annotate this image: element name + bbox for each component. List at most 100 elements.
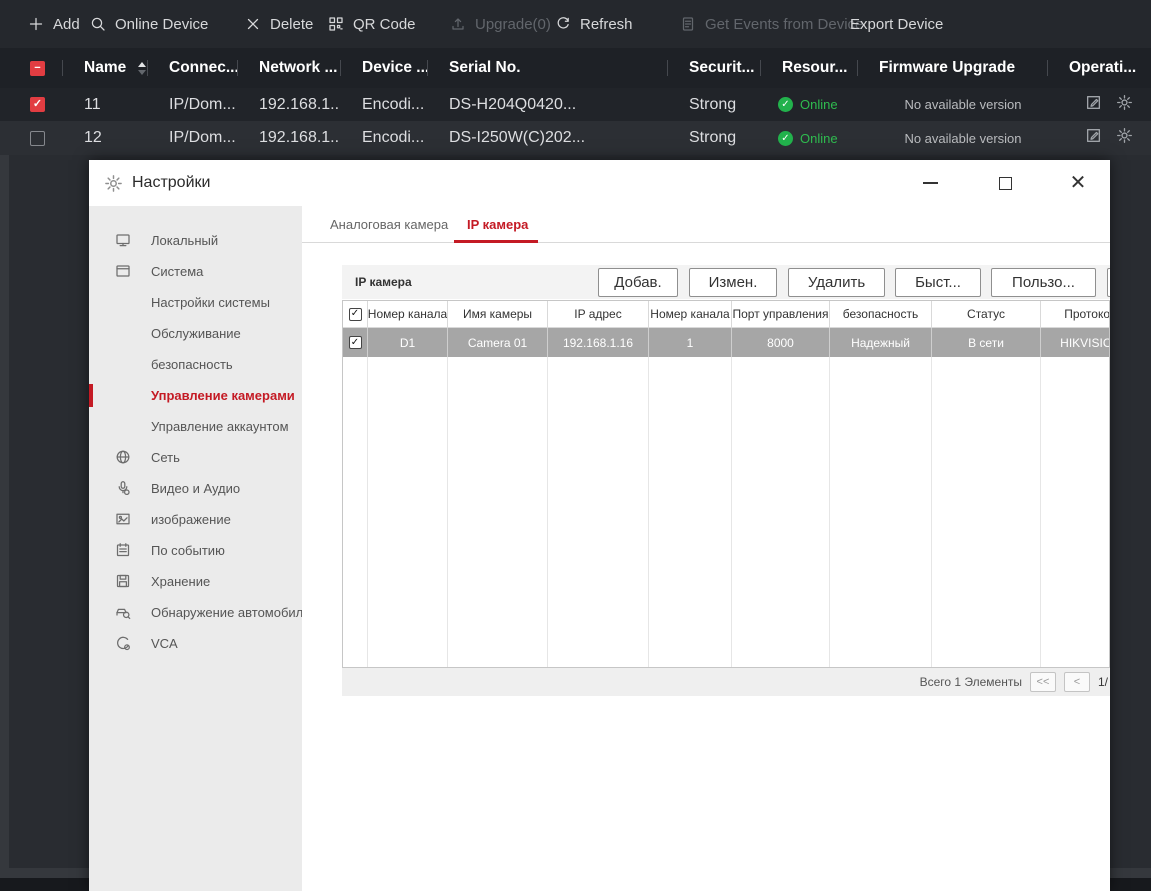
sidebar-item-label: безопасность [151,357,233,372]
filler-cell [732,357,830,667]
custom-protocol-button[interactable]: Пользо... [991,268,1096,297]
header-separator [427,60,428,76]
device-cell-firmware: No available version [904,130,1022,146]
device-header-0[interactable]: Name [62,48,147,88]
toolbar-item-online-device[interactable]: Online Device [90,0,208,48]
camera-cell-7: HIKVISION [1041,328,1109,357]
settings-content: Аналоговая камера IP камера IP камера До… [302,206,1110,891]
toolbar-item-label: Get Events from Device [705,15,864,33]
tab-analog-camera[interactable]: Аналоговая камера [330,206,448,243]
sidebar-item-12[interactable]: Обнаружение автомобиля [89,597,310,628]
toolbar-item-refresh[interactable]: Refresh [555,0,633,48]
device-row-checkbox[interactable] [30,130,45,146]
sidebar-item-label: По событию [151,543,225,558]
device-cell-operation [1047,127,1151,149]
image-icon [115,511,131,530]
sidebar-item-4[interactable]: безопасность [89,349,302,380]
sidebar-item-label: Управление аккаунтом [151,419,289,434]
device-header-label: Securit... [689,59,755,76]
sidebar-item-8[interactable]: Видео и Аудио [89,473,302,504]
clipped-button[interactable] [1107,268,1110,297]
edit-icon[interactable] [1085,127,1102,149]
sidebar-item-0[interactable]: Локальный [89,225,302,256]
header-separator [340,60,341,76]
delete-camera-button[interactable]: Удалить [788,268,885,297]
sidebar-item-13[interactable]: VCA [89,628,302,659]
camera-row-checkbox[interactable]: ✓ [348,336,362,349]
device-header-2: Network ... [237,48,340,88]
sidebar-item-10[interactable]: По событию [89,535,302,566]
camera-row-checkbox-cell: ✓ [343,328,368,357]
toolbar-item-label: Refresh [580,15,633,33]
device-header-4: Serial No. [427,48,667,88]
camera-table: ✓ Номер канала Имя камеры IP адрес Номер кан… [342,300,1110,668]
close-icon: ✕ [1069,172,1087,194]
device-cell-name: 12 [84,129,102,146]
sidebar-item-7[interactable]: Сеть [89,442,302,473]
device-row[interactable]: 12 IP/Dom... 192.168.1... Encodi... DS-I250W… [0,121,1151,155]
toolbar-item-qr-code[interactable]: QR Code [328,0,416,48]
maximize-button[interactable] [982,160,1028,206]
device-row-checkbox-cell: ✓ [0,97,62,112]
add-camera-button[interactable]: Добав. [598,268,678,297]
camera-header-0: Номер канала [368,301,448,327]
select-all-checkbox[interactable]: − [30,60,45,76]
sidebar-item-1[interactable]: Система [89,256,302,287]
device-row[interactable]: ✓ 11 IP/Dom... 192.168.1... Encodi... DS-H204… [0,88,1151,121]
toolbar-item-delete[interactable]: Delete [245,0,313,48]
camera-select-all-checkbox[interactable]: ✓ [348,307,362,321]
close-button[interactable]: ✕ [1055,160,1101,206]
quick-add-button[interactable]: Быст... [895,268,981,297]
filler-cell [448,357,548,667]
modify-camera-button[interactable]: Измен. [689,268,777,297]
sidebar-item-5[interactable]: Управление камерами [89,380,302,411]
toolbar-item-add[interactable]: Add [28,0,80,48]
device-cell-resource: ✓ Online [760,130,857,146]
sidebar-item-2[interactable]: Настройки системы [89,287,302,318]
plus-icon [28,16,44,32]
sidebar-item-label: Система [151,264,204,279]
sidebar-item-3[interactable]: Обслуживание [89,318,302,349]
camera-cell-0: D1 [368,328,448,357]
refresh-icon [555,16,571,32]
header-separator [237,60,238,76]
online-status-icon: ✓ [778,130,793,146]
header-separator [857,60,858,76]
device-cell-network: 192.168.1... [259,129,340,146]
filler-cell [649,357,732,667]
sidebar-item-9[interactable]: изображение [89,504,302,535]
device-header-label: Device ... [362,59,427,76]
sidebar-item-label: VCA [151,636,178,651]
edit-icon[interactable] [1085,94,1102,116]
vca-icon [115,635,131,654]
top-toolbar: Add Online Device Delete QR Code Upgrade(0) R… [0,0,1151,48]
toolbar-item-export-device[interactable]: Export Device [850,0,943,48]
first-page-button[interactable]: << [1029,672,1056,692]
prev-page-button[interactable]: < [1063,672,1090,692]
sidebar-item-11[interactable]: Хранение [89,566,302,597]
sort-icon[interactable] [138,61,147,75]
tab-ip-camera[interactable]: IP камера [467,206,528,243]
sidebar-item-6[interactable]: Управление аккаунтом [89,411,302,442]
device-cell-resource: ✓ Online [760,97,857,112]
header-separator [62,60,63,76]
camera-row[interactable]: ✓ D1 Camera 01 192.168.1.16 1 8000 Надежный В с… [343,328,1109,357]
close-icon [245,16,261,32]
floppy-icon [115,573,131,592]
gear-icon[interactable] [1116,94,1133,116]
settings-modal: Настройки ✕ Локальный Система Настройки си… [89,160,1110,891]
page-indicator: 1/ [1097,675,1108,689]
screen: { "toolbar": { "items": [ { "id": "add",… [0,0,1151,891]
total-items-label: Всего 1 Элементы [919,675,1022,689]
device-row-checkbox-cell [0,130,62,146]
header-separator [147,60,148,76]
device-header-label: Operati... [1069,59,1137,76]
device-cell-serial: DS-H204Q0420... [449,95,577,113]
device-row-checkbox[interactable]: ✓ [30,97,45,112]
minimize-button[interactable] [907,160,953,206]
device-cell-connection: IP/Dom... [169,129,236,146]
online-status-label: Online [800,97,838,112]
filler-cell [548,357,649,667]
filler-cell [932,357,1041,667]
gear-icon[interactable] [1116,127,1133,149]
